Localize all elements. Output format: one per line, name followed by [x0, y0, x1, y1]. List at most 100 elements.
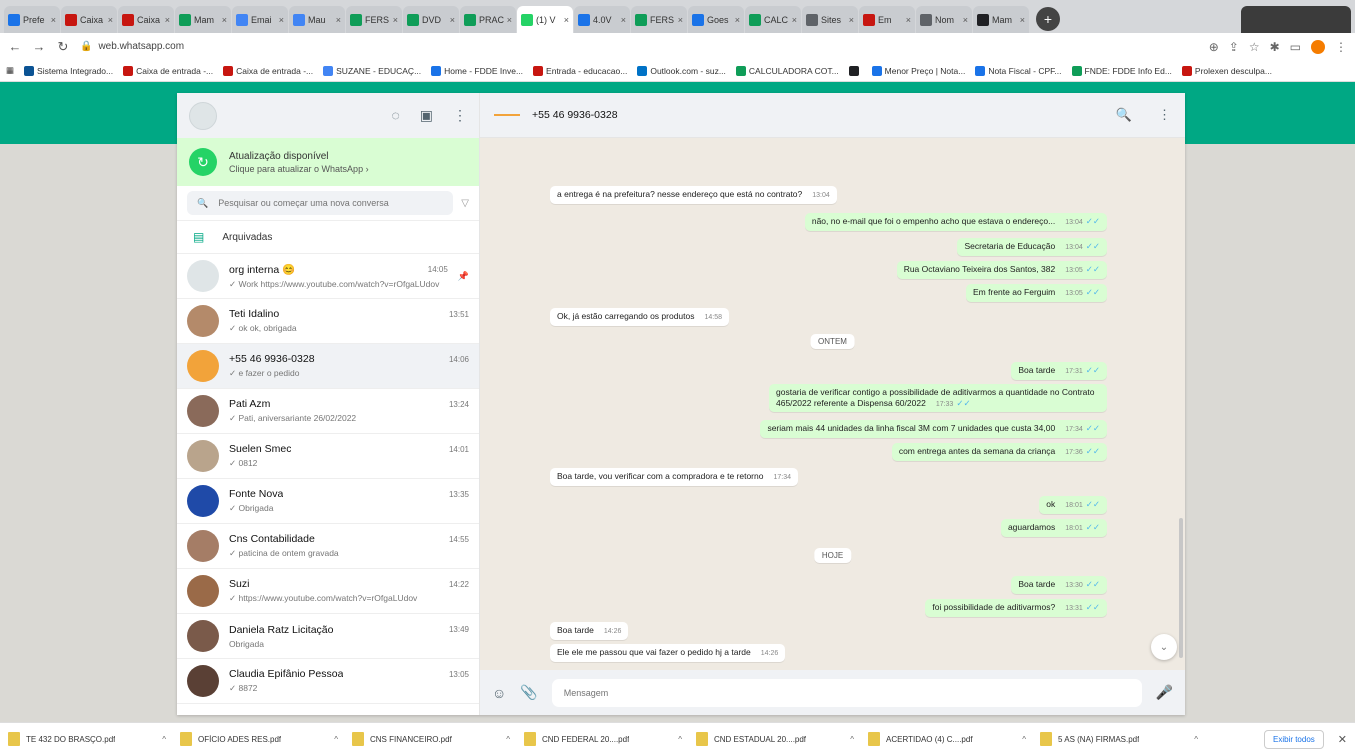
browser-tab[interactable]: Mau ×: [289, 6, 345, 33]
browser-tab[interactable]: Prefe ×: [4, 6, 60, 33]
close-tab-icon[interactable]: ×: [450, 15, 455, 25]
close-tab-icon[interactable]: ×: [279, 15, 284, 25]
bookmark-item[interactable]: CALCULADORA COT...: [735, 65, 839, 76]
message-input[interactable]: [551, 678, 1142, 707]
bookmark-item[interactable]: Home - FDDE Inve...: [431, 65, 523, 76]
close-tab-icon[interactable]: ×: [1020, 15, 1025, 25]
bookmark-item[interactable]: Menor Preço | Nota...: [871, 65, 965, 76]
forward-icon[interactable]: →: [32, 39, 46, 54]
browser-tab[interactable]: Em ×: [859, 6, 915, 33]
scroll-down-button[interactable]: ⌄: [1151, 634, 1177, 660]
browser-tab[interactable]: (1) V ×: [517, 6, 573, 33]
browser-tab[interactable]: Mam ×: [973, 6, 1029, 33]
apps-icon[interactable]: ▦: [6, 65, 14, 76]
search-input[interactable]: [218, 198, 444, 208]
download-item[interactable]: TE 432 DO BRASÇO.pdf ^: [8, 732, 166, 746]
close-tab-icon[interactable]: ×: [564, 15, 569, 25]
close-tab-icon[interactable]: ×: [336, 15, 341, 25]
chevron-up-icon[interactable]: ^: [334, 735, 338, 744]
attach-icon[interactable]: 📎: [520, 684, 537, 701]
chat-list-item[interactable]: Daniela Ratz Licitação 13:49 Obrigada: [177, 614, 479, 659]
menu-icon[interactable]: ⋮: [453, 107, 467, 124]
archived-row[interactable]: ▤ Arquivadas: [177, 221, 479, 254]
profile-avatar[interactable]: [1311, 39, 1325, 54]
browser-tab[interactable]: Caixa ×: [61, 6, 117, 33]
microphone-icon[interactable]: 🎤: [1156, 684, 1173, 701]
browser-tab[interactable]: 4.0V ×: [574, 6, 630, 33]
update-notice[interactable]: ↻ Atualização disponível Clique para atu…: [177, 138, 479, 186]
bookmark-item[interactable]: Sistema Integrado...: [24, 65, 113, 76]
browser-tab[interactable]: Goes ×: [688, 6, 744, 33]
close-tab-icon[interactable]: ×: [393, 15, 398, 25]
search-conversation-icon[interactable]: 🔍: [1116, 107, 1132, 123]
chat-list-item[interactable]: Suelen Smec 14:01 ✓ 0812: [177, 434, 479, 479]
chevron-up-icon[interactable]: ^: [850, 735, 854, 744]
download-item[interactable]: ACERTIDAO (4) C....pdf ^: [868, 732, 1026, 746]
chevron-up-icon[interactable]: ^: [1022, 735, 1026, 744]
chat-list-item[interactable]: Fonte Nova 13:35 ✓ Obrigada: [177, 479, 479, 524]
show-all-downloads-button[interactable]: Exibir todos: [1263, 729, 1324, 749]
contact-avatar[interactable]: [494, 110, 520, 120]
search-box[interactable]: 🔍: [187, 191, 454, 215]
conversation-header[interactable]: +55 46 9936-0328 🔍 ⋮: [480, 93, 1185, 138]
contact-name[interactable]: +55 46 9936-0328: [532, 109, 618, 121]
browser-menu-icon[interactable]: ⋮: [1335, 40, 1347, 54]
close-tab-icon[interactable]: ×: [735, 15, 740, 25]
close-tab-icon[interactable]: ×: [51, 15, 56, 25]
browser-tab[interactable]: FERS ×: [346, 6, 402, 33]
browser-tab[interactable]: Sites ×: [802, 6, 858, 33]
reload-icon[interactable]: ↻: [56, 39, 70, 55]
browser-tab[interactable]: Nom ×: [916, 6, 972, 33]
conversation-menu-icon[interactable]: ⋮: [1158, 107, 1171, 123]
browser-tab[interactable]: CALC ×: [745, 6, 801, 33]
bookmark-item[interactable]: Caixa de entrada -...: [123, 65, 213, 76]
back-icon[interactable]: ←: [8, 39, 22, 54]
close-downloads-icon[interactable]: ✕: [1338, 733, 1347, 746]
close-tab-icon[interactable]: ×: [108, 15, 113, 25]
download-item[interactable]: CND ESTADUAL 20....pdf ^: [696, 732, 854, 746]
scrollbar[interactable]: [1179, 518, 1183, 658]
close-tab-icon[interactable]: ×: [906, 15, 911, 25]
chat-list-item[interactable]: Suzi 14:22 ✓ https://www.youtube.com/watch…: [177, 569, 479, 614]
close-tab-icon[interactable]: ×: [165, 15, 170, 25]
chevron-up-icon[interactable]: ^: [506, 735, 510, 744]
close-tab-icon[interactable]: ×: [849, 15, 854, 25]
new-chat-icon[interactable]: ▣: [420, 107, 433, 124]
zoom-icon[interactable]: ⊕: [1209, 40, 1219, 54]
browser-tab[interactable]: Mam ×: [175, 6, 231, 33]
close-tab-icon[interactable]: ×: [678, 15, 683, 25]
browser-tab[interactable]: FERS ×: [631, 6, 687, 33]
bookmark-item[interactable]: SUZANE - EDUCAÇ...: [323, 65, 421, 76]
chat-list-item[interactable]: Teti Idalino 13:51 ✓ ok ok, obrigada: [177, 299, 479, 344]
new-tab-button[interactable]: +: [1036, 7, 1060, 31]
emoji-icon[interactable]: ☺: [492, 685, 506, 701]
download-item[interactable]: CNS FINANCEIRO.pdf ^: [352, 732, 510, 746]
chevron-up-icon[interactable]: ^: [678, 735, 682, 744]
star-icon[interactable]: ☆: [1249, 40, 1260, 54]
address-bar[interactable]: 🔒 web.whatsapp.com: [80, 36, 1199, 57]
download-item[interactable]: OFÍCIO ADES RES.pdf ^: [180, 732, 338, 746]
close-tab-icon[interactable]: ×: [507, 15, 512, 25]
bookmark-item[interactable]: [848, 65, 862, 76]
chat-list-item[interactable]: Pati Azm 13:24 ✓ Pati, aniversariante 26/0…: [177, 389, 479, 434]
browser-tab[interactable]: Emai ×: [232, 6, 288, 33]
bookmark-item[interactable]: Prolexen desculpa...: [1181, 65, 1272, 76]
browser-tab[interactable]: PRAC ×: [460, 6, 516, 33]
bookmark-item[interactable]: Caixa de entrada -...: [223, 65, 313, 76]
chat-list-item[interactable]: +55 46 9936-0328 14:06 ✓ e fazer o pedido: [177, 344, 479, 389]
chevron-up-icon[interactable]: ^: [162, 735, 166, 744]
chat-list-item[interactable]: org interna 😊 14:05 ✓ Work https://www.you…: [177, 254, 479, 299]
status-icon[interactable]: ◌: [391, 107, 399, 124]
close-tab-icon[interactable]: ×: [963, 15, 968, 25]
bookmark-item[interactable]: Outlook.com - suz...: [637, 65, 726, 76]
browser-tab[interactable]: Caixa ×: [118, 6, 174, 33]
sidebar-icon[interactable]: ▭: [1290, 40, 1301, 54]
download-item[interactable]: 5 AS (NA) FIRMAS.pdf ^: [1040, 732, 1198, 746]
chat-list-item[interactable]: Claudia Epifânio Pessoa 13:05 ✓ 8872: [177, 659, 479, 704]
extensions-icon[interactable]: ✱: [1270, 40, 1280, 54]
share-icon[interactable]: ⇪: [1229, 40, 1239, 54]
close-tab-icon[interactable]: ×: [222, 15, 227, 25]
close-tab-icon[interactable]: ×: [621, 15, 626, 25]
bookmark-item[interactable]: FNDE: FDDE Info Ed...: [1071, 65, 1172, 76]
bookmark-item[interactable]: Nota Fiscal - CPF...: [975, 65, 1062, 76]
